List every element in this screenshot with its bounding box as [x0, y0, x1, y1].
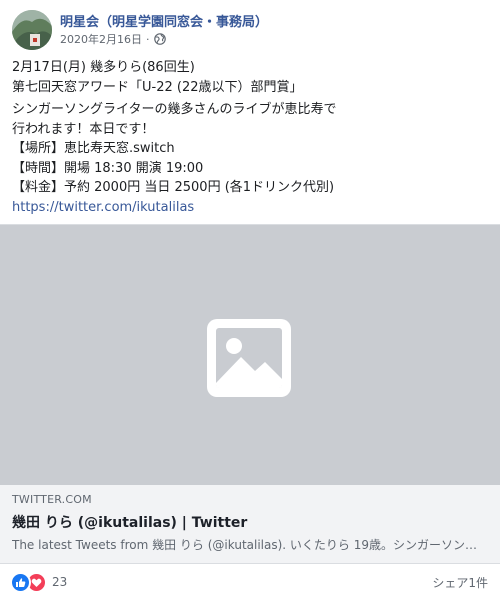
link-preview-image[interactable] — [0, 224, 500, 486]
page-avatar[interactable] — [12, 10, 52, 50]
post-line: 【場所】恵比寿天窓.switch — [12, 141, 175, 156]
post-line: 第七回天窓アワード「U-22 (22歳以下）部門賞」 — [12, 79, 303, 95]
twitter-link[interactable]: https://twitter.com/ikutalilas — [12, 198, 488, 218]
link-domain: TWITTER.COM — [12, 493, 92, 506]
post-body: 2月17日(月) 幾多りら(86回生) 第七回天窓アワード「U-22 (22歳以… — [12, 58, 488, 217]
image-placeholder-icon — [207, 319, 291, 397]
post-meta: 2020年2月16日 · — [60, 31, 166, 47]
link-description: The latest Tweets from 幾田 りら (@ikutalila… — [12, 538, 482, 552]
globe-icon[interactable] — [153, 33, 166, 45]
share-count[interactable]: シェア1件 — [432, 574, 488, 591]
post-line: 2月17日(月) 幾多りら(86回生) — [12, 60, 195, 75]
post-footer: 23 シェア1件 — [0, 564, 500, 600]
like-icon — [10, 571, 31, 593]
reactions-summary[interactable]: 23 — [10, 571, 68, 593]
meta-separator: · — [146, 32, 150, 46]
post-line: シンガーソングライターの幾多さんのライブが恵比寿で — [12, 102, 337, 117]
post-line: 【料金】予約 2000円 当日 2500円 (各1ドリンク代別) — [12, 180, 335, 195]
post-date[interactable]: 2020年2月16日 — [60, 31, 142, 47]
post-line: 行われます！本日です！ — [12, 121, 155, 137]
reaction-count: 23 — [52, 575, 68, 589]
link-preview-info[interactable]: TWITTER.COM 幾田 りら (@ikutalilas) | Twitte… — [0, 485, 500, 564]
link-title[interactable]: 幾田 りら (@ikutalilas) | Twitter — [12, 512, 247, 532]
page-name[interactable]: 明星会（明星学園同窓会・事務局） — [60, 11, 268, 30]
post-header: 明星会（明星学園同窓会・事務局） 2020年2月16日 · — [12, 10, 488, 50]
post-line: 【時間】開場 18:30 開演 19:00 — [12, 160, 204, 176]
